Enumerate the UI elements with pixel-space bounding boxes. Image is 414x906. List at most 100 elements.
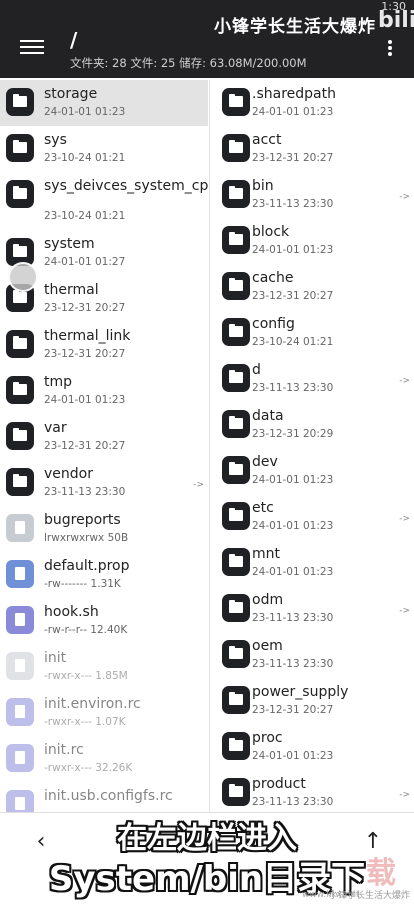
folder-icon	[222, 88, 250, 116]
item-meta: 24-01-01 01:23	[252, 520, 334, 532]
folder-list-item[interactable]: data 23-12-31 20:29	[210, 402, 414, 448]
file-list-item[interactable]: init -rwxr-x--- 1.85M	[0, 644, 208, 690]
item-name: odm	[252, 592, 284, 608]
file-list-item[interactable]: bugreports lrwxrwxrwx 50B	[0, 506, 208, 552]
folder-icon	[222, 410, 250, 438]
file-list-item[interactable]: init.usb.configfs.rc	[0, 782, 208, 812]
item-name: bugreports	[44, 512, 121, 528]
item-name: power_supply	[252, 684, 349, 700]
folder-list-item[interactable]: tmp 24-01-01 01:23	[0, 368, 208, 414]
item-name: thermal	[44, 282, 99, 298]
item-name: block	[252, 224, 290, 240]
folder-list-item[interactable]: var 23-12-31 20:27	[0, 414, 208, 460]
folder-list-item[interactable]: mnt 24-01-01 01:23	[210, 540, 414, 586]
file-icon	[6, 790, 34, 812]
item-meta: 23-12-31 20:27	[44, 302, 126, 314]
folder-icon	[222, 456, 250, 484]
item-name: .sharedpath	[252, 86, 336, 102]
folder-list-item[interactable]: cache 23-12-31 20:27	[210, 264, 414, 310]
bilibili-logo-icon: bili	[378, 8, 414, 33]
item-meta: 24-01-01 01:23	[44, 394, 126, 406]
item-meta: 23-12-31 20:29	[252, 428, 334, 440]
folder-list-item[interactable]: power_supply 23-12-31 20:27	[210, 678, 414, 724]
item-name: dev	[252, 454, 278, 470]
folder-list-item[interactable]: thermal_link 23-12-31 20:27	[0, 322, 208, 368]
item-name: init.environ.rc	[44, 696, 141, 712]
folder-list-item[interactable]: sys_deivces_system_cpu 23-10-24 01:21	[0, 172, 208, 230]
item-meta: 23-12-31 20:27	[252, 290, 334, 302]
folder-icon	[6, 330, 34, 358]
item-meta: 24-01-01 01:23	[252, 244, 334, 256]
right-file-pane[interactable]: .sharedpath 24-01-01 01:23 acct 23-12-31 20…	[209, 80, 414, 812]
item-name: acct	[252, 132, 282, 148]
folder-icon	[6, 422, 34, 450]
folder-list-item[interactable]: etc 24-01-01 01:23 ->	[210, 494, 414, 540]
item-name: oem	[252, 638, 283, 654]
current-path: /	[70, 28, 78, 52]
folder-list-item[interactable]: sys 23-10-24 01:21	[0, 126, 208, 172]
file-icon	[6, 744, 34, 772]
watermark-glyph: 载	[366, 856, 396, 891]
item-name: vendor	[44, 466, 93, 482]
folder-icon	[222, 594, 250, 622]
folder-list-item[interactable]: product 23-11-13 23:30 ->	[210, 770, 414, 812]
folder-icon	[222, 778, 250, 806]
item-name: product	[252, 776, 306, 792]
folder-list-item[interactable]: config 23-10-24 01:21	[210, 310, 414, 356]
item-meta: 23-11-13 23:30	[44, 486, 126, 498]
file-list-item[interactable]: init.rc -rwxr-x--- 32.26K	[0, 736, 208, 782]
folder-list-item[interactable]: vendor 23-11-13 23:30 ->	[0, 460, 208, 506]
symlink-indicator: ->	[193, 480, 204, 490]
left-file-pane[interactable]: storage 24-01-01 01:23 sys 23-10-24 01:21 sy…	[0, 80, 208, 812]
folder-list-item[interactable]: oem 23-11-13 23:30	[210, 632, 414, 678]
file-icon	[6, 560, 34, 588]
item-meta: 23-11-13 23:30	[252, 612, 334, 624]
folder-list-item[interactable]: .sharedpath 24-01-01 01:23	[210, 80, 414, 126]
folder-list-item[interactable]: bin 23-11-13 23:30 ->	[210, 172, 414, 218]
folder-icon	[222, 502, 250, 530]
watermark-text: 小锋学长生活大爆炸	[214, 17, 376, 37]
item-meta: -rw-r--r-- 12.40K	[44, 624, 128, 636]
item-name: init	[44, 650, 67, 666]
app-header: 1:30 小锋学长生活大爆炸 bili / 文件夹: 28 文件: 25 储存:…	[0, 0, 414, 78]
file-list-item[interactable]: init.environ.rc -rwxr-x--- 1.07K	[0, 690, 208, 736]
item-meta: -rwxr-x--- 1.07K	[44, 716, 126, 728]
item-meta: 23-10-24 01:21	[44, 152, 126, 164]
watermark-bottom: 小锋学长生活大爆炸	[328, 891, 410, 901]
folder-list-item[interactable]: d 23-11-13 23:30 ->	[210, 356, 414, 402]
item-meta: -rwxr-x--- 1.85M	[44, 670, 128, 682]
folder-list-item[interactable]: block 24-01-01 01:23	[210, 218, 414, 264]
item-name: proc	[252, 730, 283, 746]
folder-icon	[222, 364, 250, 392]
folder-list-item[interactable]: acct 23-12-31 20:27	[210, 126, 414, 172]
symlink-indicator: ->	[399, 514, 410, 524]
item-name: default.prop	[44, 558, 130, 574]
folder-list-item[interactable]: storage 24-01-01 01:23	[0, 80, 208, 126]
item-meta: 24-01-01 01:23	[252, 750, 334, 762]
folder-icon	[222, 318, 250, 346]
item-meta: 24-01-01 01:23	[252, 566, 334, 578]
folder-list-item[interactable]: odm 23-11-13 23:30 ->	[210, 586, 414, 632]
floating-touch-indicator	[8, 262, 38, 292]
folder-icon	[6, 134, 34, 162]
symlink-indicator: ->	[399, 376, 410, 386]
item-meta: 24-01-01 01:23	[252, 474, 334, 486]
item-name: config	[252, 316, 295, 332]
file-icon	[6, 652, 34, 680]
folder-icon	[6, 468, 34, 496]
item-meta: 23-12-31 20:27	[252, 152, 334, 164]
item-meta: 23-12-31 20:27	[44, 348, 126, 360]
file-list-item[interactable]: hook.sh -rw-r--r-- 12.40K	[0, 598, 208, 644]
folder-icon	[6, 180, 34, 208]
item-name: thermal_link	[44, 328, 131, 344]
folder-list-item[interactable]: proc 24-01-01 01:23	[210, 724, 414, 770]
file-list-item[interactable]: default.prop -rw------- 1.31K	[0, 552, 208, 598]
symlink-indicator: ->	[399, 192, 410, 202]
storage-stats: 文件夹: 28 文件: 25 储存: 63.08M/200.00M	[70, 56, 307, 70]
more-options-icon[interactable]	[386, 38, 394, 58]
menu-icon[interactable]	[18, 36, 46, 58]
folder-list-item[interactable]: dev 24-01-01 01:23	[210, 448, 414, 494]
item-name: hook.sh	[44, 604, 99, 620]
item-meta: 23-12-31 20:27	[44, 440, 126, 452]
item-name: var	[44, 420, 67, 436]
